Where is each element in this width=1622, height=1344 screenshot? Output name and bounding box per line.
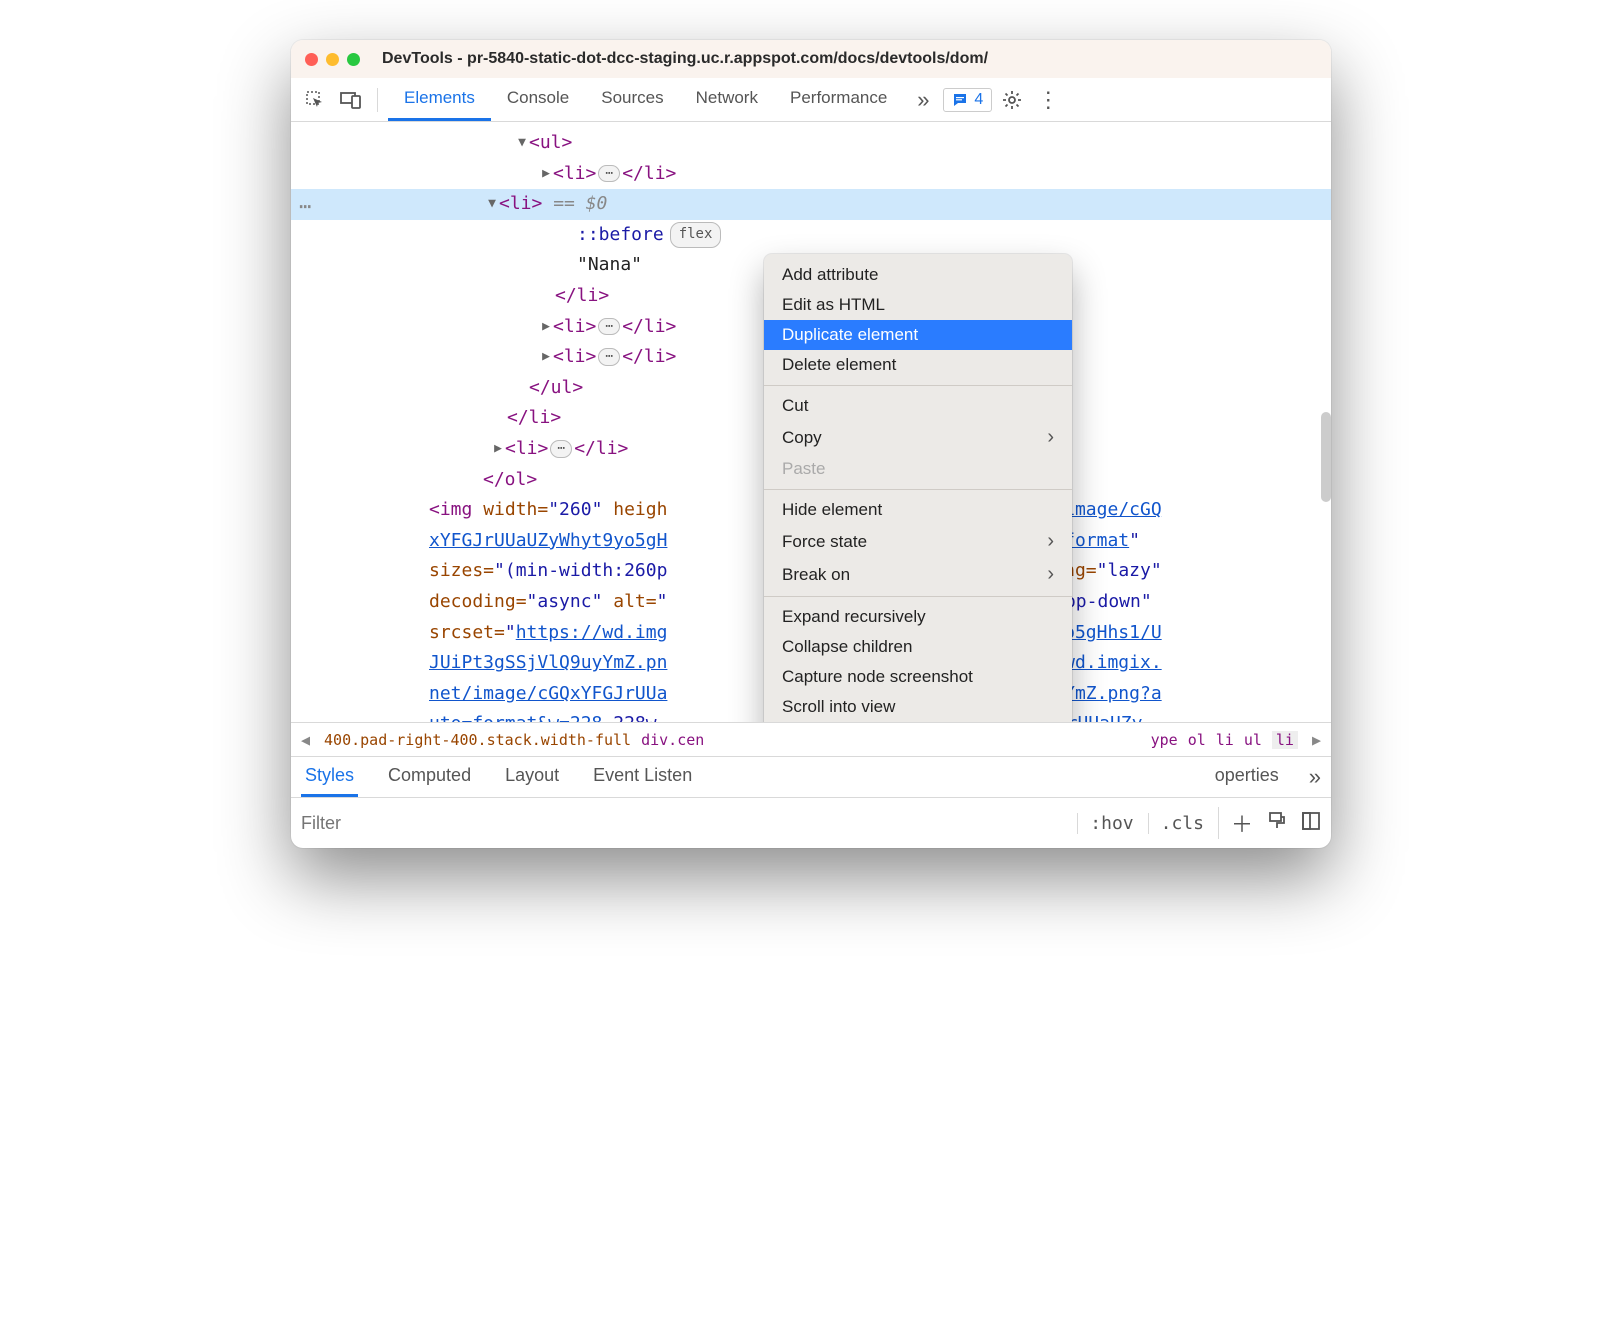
context-menu: Add attribute Edit as HTML Duplicate eleme… bbox=[764, 254, 1072, 722]
subtab-computed[interactable]: Computed bbox=[384, 757, 475, 797]
context-menu-label: Duplicate element bbox=[782, 325, 918, 345]
selection-gutter-icon: ⋯ bbox=[299, 189, 311, 223]
tag-ol-close[interactable]: </ol> bbox=[483, 469, 537, 490]
text-node[interactable]: "Nana" bbox=[577, 254, 642, 275]
context-menu-label: Edit as HTML bbox=[782, 295, 885, 315]
context-menu-item[interactable]: Scroll into view bbox=[764, 692, 1072, 722]
hov-toggle[interactable]: :hov bbox=[1077, 813, 1133, 834]
breadcrumb-item[interactable]: ype bbox=[1151, 731, 1178, 749]
context-menu-label: Break on bbox=[782, 565, 850, 585]
cls-toggle[interactable]: .cls bbox=[1148, 813, 1204, 834]
context-menu-label: Copy bbox=[782, 428, 822, 448]
context-menu-item: Paste bbox=[764, 454, 1072, 484]
chevron-right-icon: › bbox=[1047, 530, 1054, 553]
tag-ul-close[interactable]: </ul> bbox=[529, 377, 583, 398]
context-menu-label: Collapse children bbox=[782, 637, 912, 657]
tag-li-close[interactable]: </li> bbox=[555, 285, 609, 306]
flex-badge[interactable]: flex bbox=[670, 222, 722, 248]
breadcrumb-item[interactable]: ul bbox=[1244, 731, 1262, 749]
context-menu-label: Hide element bbox=[782, 500, 882, 520]
dom-breadcrumb: ◀ 400.pad-right-400.stack.width-full div… bbox=[291, 722, 1331, 756]
chevron-right-icon: › bbox=[1047, 563, 1054, 586]
context-menu-item[interactable]: Expand recursively bbox=[764, 602, 1072, 632]
breadcrumb-item[interactable]: li bbox=[1216, 731, 1234, 749]
context-menu-separator bbox=[764, 385, 1072, 386]
breadcrumb-scroll-right[interactable]: ▶ bbox=[1308, 731, 1325, 749]
context-menu-label: Scroll into view bbox=[782, 697, 895, 717]
subtab-layout[interactable]: Layout bbox=[501, 757, 563, 797]
context-menu-item[interactable]: Copy › bbox=[764, 421, 1072, 454]
filter-input[interactable] bbox=[301, 813, 1077, 834]
context-menu-separator bbox=[764, 596, 1072, 597]
subtab-properties[interactable]: operties bbox=[1211, 757, 1283, 797]
pseudo-before[interactable]: ::before bbox=[577, 224, 664, 245]
styles-filter-bar: :hov .cls ＋ bbox=[291, 798, 1331, 848]
issues-badge[interactable]: 4 bbox=[943, 88, 992, 112]
tag-li[interactable]: <li> bbox=[553, 163, 596, 184]
traffic-lights bbox=[305, 53, 360, 66]
kebab-menu-icon[interactable]: ⋮ bbox=[1032, 84, 1064, 116]
window-titlebar: DevTools - pr-5840-static-dot-dcc-stagin… bbox=[291, 40, 1331, 78]
context-menu-label: Delete element bbox=[782, 355, 896, 375]
inspect-icon[interactable] bbox=[299, 84, 331, 116]
tag-ul-open[interactable]: <ul> bbox=[529, 132, 572, 153]
breadcrumb-item[interactable]: 400.pad-right-400.stack.width-full bbox=[324, 731, 631, 749]
more-tabs-icon[interactable]: » bbox=[907, 84, 939, 116]
tab-console[interactable]: Console bbox=[491, 78, 585, 121]
elements-panel: ▼<ul> ▶<li>⋯</li> ⋯▼<li> == $0 ::beforef… bbox=[291, 122, 1331, 722]
context-menu-label: Cut bbox=[782, 396, 808, 416]
breadcrumb-item-selected[interactable]: li bbox=[1272, 731, 1298, 749]
ellipsis-badge[interactable]: ⋯ bbox=[598, 165, 620, 183]
context-menu-item[interactable]: Capture node screenshot bbox=[764, 662, 1072, 692]
issues-count: 4 bbox=[974, 91, 983, 109]
tab-performance[interactable]: Performance bbox=[774, 78, 903, 121]
context-menu-item[interactable]: Collapse children bbox=[764, 632, 1072, 662]
context-menu-item[interactable]: Cut bbox=[764, 391, 1072, 421]
styles-tabs: Styles Computed Layout Event Listen oper… bbox=[291, 756, 1331, 798]
computed-panel-icon[interactable] bbox=[1301, 811, 1321, 836]
context-menu-item[interactable]: Edit as HTML bbox=[764, 290, 1072, 320]
maximize-icon[interactable] bbox=[347, 53, 360, 66]
minimize-icon[interactable] bbox=[326, 53, 339, 66]
context-menu-item[interactable]: Duplicate element bbox=[764, 320, 1072, 350]
context-menu-item[interactable]: Delete element bbox=[764, 350, 1072, 380]
chat-icon bbox=[952, 92, 968, 108]
context-menu-item[interactable]: Hide element bbox=[764, 495, 1072, 525]
gear-icon[interactable] bbox=[996, 84, 1028, 116]
breadcrumb-scroll-left[interactable]: ◀ bbox=[297, 731, 314, 749]
breadcrumb-item[interactable]: ol bbox=[1188, 731, 1206, 749]
context-menu-label: Capture node screenshot bbox=[782, 667, 973, 687]
window-title: DevTools - pr-5840-static-dot-dcc-stagin… bbox=[382, 50, 988, 68]
new-style-rule-icon[interactable]: ＋ bbox=[1218, 807, 1253, 839]
device-toggle-icon[interactable] bbox=[335, 84, 367, 116]
tab-elements[interactable]: Elements bbox=[388, 78, 491, 121]
context-menu-item[interactable]: Add attribute bbox=[764, 260, 1072, 290]
context-menu-item[interactable]: Break on › bbox=[764, 558, 1072, 591]
devtools-window: DevTools - pr-5840-static-dot-dcc-stagin… bbox=[291, 40, 1331, 848]
subtab-styles[interactable]: Styles bbox=[301, 757, 358, 797]
subtab-eventlisteners[interactable]: Event Listen bbox=[589, 757, 696, 797]
context-menu-item[interactable]: Force state › bbox=[764, 525, 1072, 558]
more-subtabs-icon[interactable]: » bbox=[1309, 764, 1321, 790]
breadcrumb-item[interactable]: div.cen bbox=[641, 731, 704, 749]
tab-network[interactable]: Network bbox=[680, 78, 774, 121]
context-menu-label: Expand recursively bbox=[782, 607, 926, 627]
context-menu-label: Add attribute bbox=[782, 265, 878, 285]
tab-sources[interactable]: Sources bbox=[585, 78, 679, 121]
chevron-right-icon: › bbox=[1047, 426, 1054, 449]
paint-icon[interactable] bbox=[1267, 811, 1287, 836]
close-icon[interactable] bbox=[305, 53, 318, 66]
panel-tabs: Elements Console Sources Network Perform… bbox=[388, 78, 903, 121]
context-menu-label: Force state bbox=[782, 532, 867, 552]
context-menu-label: Paste bbox=[782, 459, 825, 479]
selected-dom-node[interactable]: ⋯▼<li> == $0 bbox=[291, 189, 1331, 220]
main-toolbar: Elements Console Sources Network Perform… bbox=[291, 78, 1331, 122]
separator bbox=[377, 88, 378, 112]
context-menu-separator bbox=[764, 489, 1072, 490]
